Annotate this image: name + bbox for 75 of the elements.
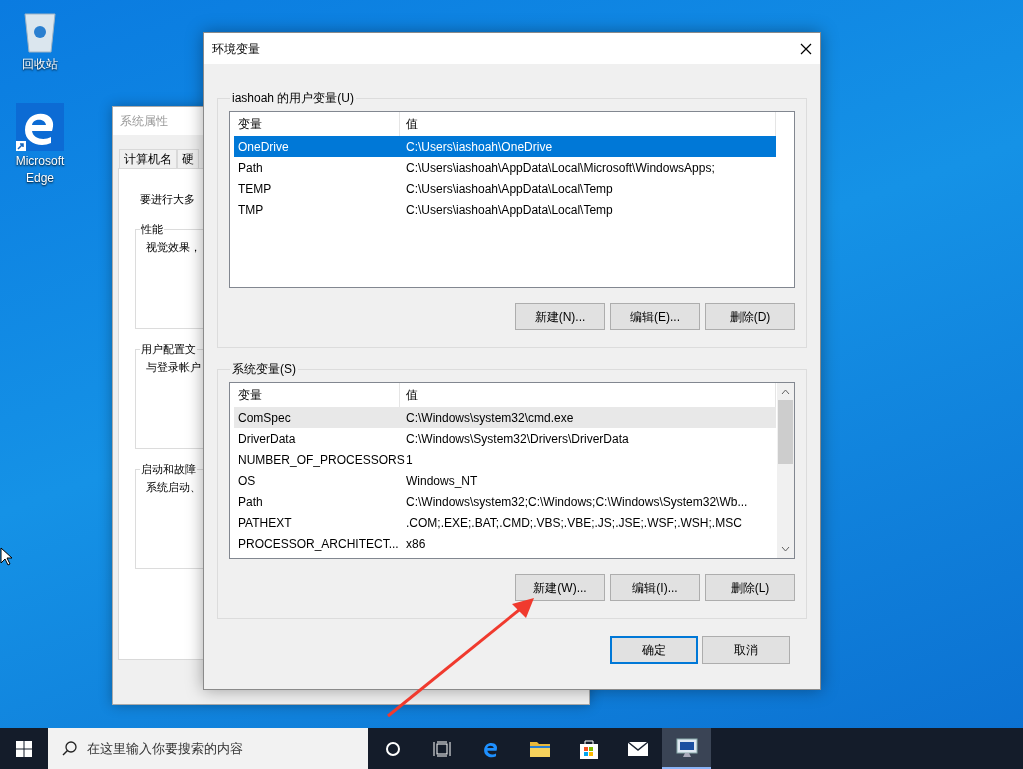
folder-icon[interactable] xyxy=(528,739,551,758)
search-box[interactable]: 在这里输入你要搜索的内容 xyxy=(48,728,368,769)
variable-row[interactable]: ComSpec C:\Windows\system32\cmd.exe xyxy=(234,407,776,428)
variable-name: TMP xyxy=(237,201,265,219)
variable-value: C:\Users\iashoah\AppData\Local\Microsoft\WindowsApps; xyxy=(405,159,715,177)
dialog-button[interactable]: 删除(D) xyxy=(705,303,795,330)
variable-row[interactable]: PROCESSOR_ARCHITECT... x86 xyxy=(234,533,776,554)
dialog-button[interactable]: 编辑(E)... xyxy=(610,303,700,330)
variable-name: ComSpec xyxy=(237,409,292,427)
group-title: 启动和故障 xyxy=(140,461,197,477)
edge-logo-icon xyxy=(16,103,64,151)
desktop-icon-label[interactable]: Microsoft Edge xyxy=(8,153,72,187)
window-title: 环境变量 xyxy=(212,40,260,58)
scroll-down-icon[interactable] xyxy=(781,546,790,552)
variable-value: Windows_NT xyxy=(405,472,478,490)
group-title: 性能 xyxy=(140,221,164,237)
variable-value: C:\Windows\System32\Drivers\DriverData xyxy=(405,430,629,448)
variable-value: .COM;.EXE;.BAT;.CMD;.VBS;.VBE;.JS;.JSE;.WSF;.WSH;.MSC xyxy=(405,514,742,532)
scrollbar-thumb[interactable] xyxy=(778,400,793,464)
monitor-icon[interactable] xyxy=(674,736,699,759)
group-text: 系统启动、 xyxy=(146,480,201,496)
variable-name: OS xyxy=(237,472,257,490)
group-text: 与登录帐户 xyxy=(146,360,201,376)
group-text: 视觉效果， xyxy=(146,240,201,256)
variable-row[interactable]: DriverData C:\Windows\System32\Drivers\DriverData xyxy=(234,428,776,449)
dialog-button[interactable]: 编辑(I)... xyxy=(610,574,700,601)
task-view-icon[interactable] xyxy=(432,740,451,757)
variable-row[interactable]: OS Windows_NT xyxy=(234,470,776,491)
variable-name: OneDrive xyxy=(237,138,290,156)
variable-value: C:\Windows\system32;C:\Windows;C:\Windows\System32\Wb... xyxy=(405,493,748,511)
tab[interactable]: 计算机名 xyxy=(119,149,177,168)
dialog-button[interactable]: 取消 xyxy=(702,636,790,664)
variable-value: C:\Users\iashoah\AppData\Local\Temp xyxy=(405,180,613,198)
windows-start-icon[interactable] xyxy=(16,740,32,757)
tab[interactable]: 硬 xyxy=(177,149,199,168)
search-field[interactable]: 在这里输入你要搜索的内容 xyxy=(87,738,357,759)
variable-row[interactable]: Path C:\Windows\system32;C:\Windows;C:\Windows\System32\Wb... xyxy=(234,491,776,512)
variable-list[interactable]: 变量 值 OneDrive C:\Users\iashoah\OneDrive Path C:\Users\iashoah\AppData\Local\Microsoft\WindowsApps; TEMP C:\Users\iashoah\AppData\Local\Temp TMP C:\Users\iashoah\AppData\Local\Temp xyxy=(229,111,795,288)
group-title: iashoah 的用户变量(U) xyxy=(231,90,356,107)
window-title: 系统属性 xyxy=(120,113,168,130)
variable-name: PROCESSOR_ARCHITECT... xyxy=(237,535,400,553)
search-icon xyxy=(62,741,77,756)
variable-name: Path xyxy=(237,159,264,177)
variable-row[interactable]: PATHEXT .COM;.EXE;.BAT;.CMD;.VBS;.VBE;.JS;.JSE;.WSF;.WSH;.MSC xyxy=(234,512,776,533)
variable-value: C:\Users\iashoah\OneDrive xyxy=(405,138,553,156)
variable-row[interactable]: NUMBER_OF_PROCESSORS 1 xyxy=(234,449,776,470)
mouse-cursor-icon xyxy=(0,547,12,566)
variable-name: PATHEXT xyxy=(237,514,293,532)
variable-value: 1 xyxy=(405,451,413,469)
dialog-button[interactable]: 新建(W)... xyxy=(515,574,605,601)
variable-row[interactable]: TMP C:\Users\iashoah\AppData\Local\Temp xyxy=(234,199,776,220)
dialog-button[interactable]: 确定 xyxy=(610,636,698,664)
scroll-up-icon[interactable] xyxy=(781,389,790,395)
variable-name: DriverData xyxy=(237,430,297,448)
variable-row[interactable]: TEMP C:\Users\iashoah\AppData\Local\Temp xyxy=(234,178,776,199)
group-title: 系统变量(S) xyxy=(231,361,297,378)
variable-value: C:\Users\iashoah\AppData\Local\Temp xyxy=(405,201,613,219)
variable-list[interactable] xyxy=(229,382,795,559)
shopping-bag-icon[interactable] xyxy=(578,737,599,760)
variable-name: Path xyxy=(237,493,264,511)
close-icon[interactable] xyxy=(800,42,812,55)
intro-text: 要进行大多 xyxy=(140,192,196,207)
dialog-button[interactable]: 删除(L) xyxy=(705,574,795,601)
variable-name: TEMP xyxy=(237,180,273,198)
mail-icon[interactable] xyxy=(626,740,649,757)
circle-icon[interactable] xyxy=(384,740,401,757)
group-title: 用户配置文 xyxy=(140,341,197,357)
variable-value: C:\Windows\system32\cmd.exe xyxy=(405,409,574,427)
desktop-icon-label[interactable]: 回收站 xyxy=(8,56,72,73)
variable-row[interactable]: OneDrive C:\Users\iashoah\OneDrive xyxy=(234,136,776,157)
variable-row[interactable]: Path C:\Users\iashoah\AppData\Local\Microsoft\WindowsApps; xyxy=(234,157,776,178)
dialog-button[interactable]: 新建(N)... xyxy=(515,303,605,330)
taskbar-button[interactable] xyxy=(662,728,711,769)
scrollbar[interactable] xyxy=(777,383,794,558)
variable-value: x86 xyxy=(405,535,426,553)
